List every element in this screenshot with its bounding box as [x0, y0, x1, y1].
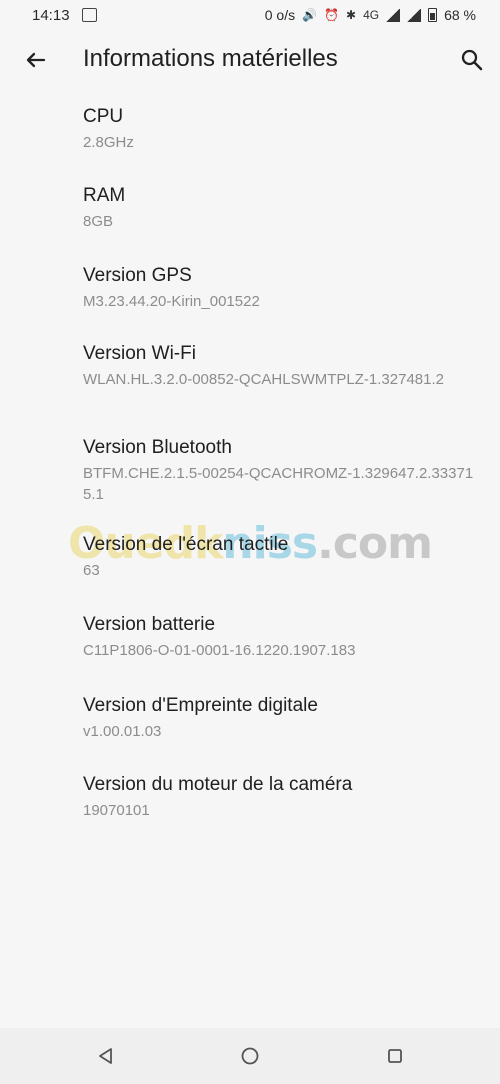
- item-value: WLAN.HL.3.2.0-00852-QCAHLSWMTPLZ-1.32748…: [83, 371, 444, 388]
- bluetooth-icon: ✱: [346, 8, 357, 22]
- item-value: 2.8GHz: [83, 134, 134, 151]
- item-value: 63: [83, 562, 100, 579]
- list-item-battery[interactable]: Version batterie C11P1806-O-01-0001-16.1…: [83, 613, 478, 661]
- triangle-back-icon: [99, 1048, 112, 1064]
- item-label: RAM: [83, 185, 126, 206]
- item-label: Version Wi-Fi: [83, 343, 196, 364]
- item-label: Version de l'écran tactile: [83, 534, 289, 555]
- item-label: Version batterie: [83, 614, 216, 635]
- item-value: v1.00.01.03: [83, 723, 162, 740]
- network-type: 4G: [363, 8, 380, 22]
- list-item-cpu[interactable]: CPU 2.8GHz: [83, 105, 478, 153]
- circle-home-icon: [241, 1047, 259, 1065]
- item-label: CPU: [83, 106, 124, 127]
- status-icons: 0 o/s 🔊 ⏰ ✱ 4G 68 %: [265, 7, 476, 23]
- square-recents-icon: [388, 1049, 402, 1063]
- status-bar: 14:13 0 o/s 🔊 ⏰ ✱ 4G 68 %: [0, 0, 500, 32]
- signal-icon: [407, 8, 422, 22]
- back-button[interactable]: [22, 46, 50, 74]
- battery-icon: [428, 8, 438, 22]
- item-value: M3.23.44.20-Kirin_001522: [83, 293, 260, 310]
- alarm-icon: ⏰: [324, 8, 339, 22]
- network-speed: 0 o/s: [264, 7, 296, 23]
- battery-percent: 68 %: [444, 7, 476, 23]
- list-item-wifi[interactable]: Version Wi-Fi WLAN.HL.3.2.0-00852-QCAHLS…: [83, 342, 478, 390]
- nav-back-button[interactable]: [92, 1044, 120, 1068]
- signal-icon: [386, 8, 401, 22]
- nav-recents-button[interactable]: [381, 1044, 409, 1068]
- list-item-fingerprint[interactable]: Version d'Empreinte digitale v1.00.01.03: [83, 694, 478, 742]
- item-value: C11P1806-O-01-0001-16.1220.1907.183: [83, 642, 356, 659]
- list-item-touchscreen[interactable]: Version de l'écran tactile 63: [83, 533, 478, 581]
- list-item-gps[interactable]: Version GPS M3.23.44.20-Kirin_001522: [83, 264, 478, 312]
- volume-icon: 🔊: [302, 8, 318, 22]
- page-title: Informations matérielles: [83, 45, 338, 72]
- item-label: Version du moteur de la caméra: [83, 774, 353, 795]
- item-label: Version Bluetooth: [83, 437, 232, 458]
- arrow-left-icon: [26, 52, 46, 68]
- item-label: Version d'Empreinte digitale: [83, 695, 318, 716]
- app-bar: Informations matérielles: [0, 32, 500, 88]
- list-item-bluetooth[interactable]: Version Bluetooth BTFM.CHE.2.1.5-00254-Q…: [83, 436, 478, 505]
- status-time: 14:13: [32, 7, 70, 24]
- list-item-camera-engine[interactable]: Version du moteur de la caméra 19070101: [83, 773, 478, 821]
- item-value: BTFM.CHE.2.1.5-00254-QCACHROMZ-1.329647.…: [83, 465, 474, 503]
- item-value: 8GB: [83, 213, 114, 230]
- navigation-bar: [0, 1028, 500, 1084]
- search-button[interactable]: [458, 46, 486, 74]
- item-label: Version GPS: [83, 265, 192, 286]
- nav-home-button[interactable]: [236, 1044, 264, 1068]
- item-value: 19070101: [83, 802, 150, 819]
- list-item-ram[interactable]: RAM 8GB: [83, 184, 478, 232]
- gallery-icon: [82, 8, 97, 22]
- search-icon: [461, 49, 483, 71]
